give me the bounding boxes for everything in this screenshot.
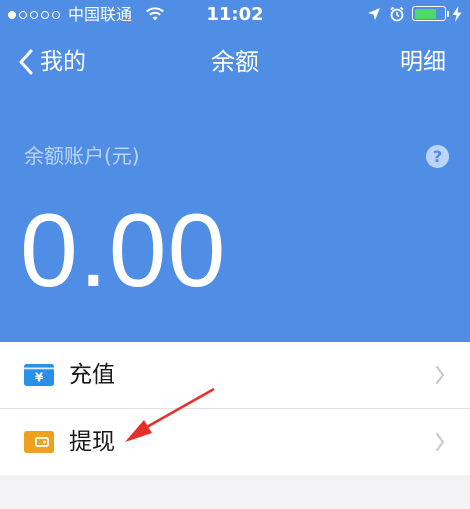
balance-account-label: 余额账户(元) [24,144,140,168]
charging-bolt-icon [452,6,462,22]
recharge-icon-glyph: ¥ [35,371,44,385]
header-panel: 中国联通 11:02 我的 余额 明细 余额账户(元) ? 0.00 [0,0,470,342]
location-arrow-icon [368,8,380,20]
list-item-recharge[interactable]: ¥ 充值 [0,342,470,408]
status-bar: 中国联通 11:02 [0,0,470,30]
action-list: ¥ 充值 提现 [0,342,470,475]
withdraw-wallet-icon [24,431,54,453]
chevron-right-icon [436,366,444,384]
page-background-gap [0,475,470,509]
list-item-label: 充值 [69,362,115,388]
alarm-icon [390,6,404,22]
recharge-icon: ¥ [24,364,54,386]
help-icon[interactable]: ? [426,145,449,168]
battery-icon [412,6,446,21]
battery-level-fill [414,8,437,19]
list-item-label: 提现 [69,429,115,455]
battery-cap [447,11,449,17]
nav-bar: 我的 余额 明细 [0,40,470,84]
details-button[interactable]: 明细 [400,46,446,78]
chevron-right-icon [436,433,444,451]
balance-amount: 0.00 [20,193,227,309]
list-item-withdraw[interactable]: 提现 [0,408,470,475]
